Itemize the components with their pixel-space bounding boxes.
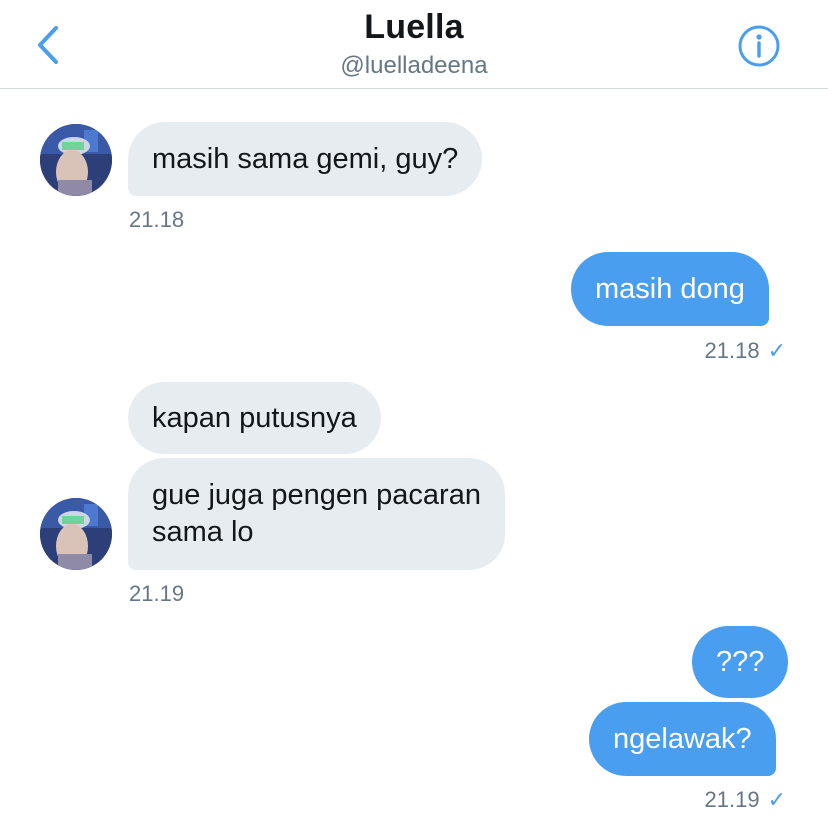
sent-check-icon: ✓ <box>767 787 786 812</box>
message-bubble-outgoing[interactable]: ngelawak? <box>589 702 776 776</box>
conversation-header: Luella @luelladeena <box>0 0 828 89</box>
message-text: ngelawak? <box>613 722 752 755</box>
avatar[interactable] <box>40 498 112 570</box>
sent-check-icon: ✓ <box>767 338 786 363</box>
contact-handle: @luelladeena <box>340 52 488 79</box>
profile-photo-icon <box>40 124 112 196</box>
message-timestamp: 21.18 ✓ <box>704 338 787 363</box>
message-bubble-incoming[interactable]: kapan putusnya <box>128 382 381 454</box>
message-timestamp: 21.19 ✓ <box>704 787 787 812</box>
message-bubble-incoming[interactable]: masih sama gemi, guy? <box>128 122 483 196</box>
info-button[interactable] <box>737 24 781 68</box>
message-text: ??? <box>716 645 765 678</box>
info-circle-icon <box>738 25 780 67</box>
message-text: masih sama gemi, guy? <box>152 142 459 175</box>
avatar[interactable] <box>40 124 112 196</box>
message-text: kapan putusnya <box>152 401 357 434</box>
message-bubble-outgoing[interactable]: masih dong <box>571 252 769 326</box>
message-timestamp: 21.19 <box>129 581 185 606</box>
message-bubble-outgoing[interactable]: ??? <box>692 626 789 698</box>
profile-photo-icon <box>40 498 112 570</box>
message-timestamp: 21.18 <box>129 207 185 232</box>
message-text: masih dong <box>595 272 745 305</box>
message-bubble-incoming[interactable]: gue juga pengen pacaran sama lo <box>128 458 505 570</box>
message-text: gue juga pengen pacaran sama lo <box>152 479 481 548</box>
contact-name: Luella <box>364 8 464 46</box>
